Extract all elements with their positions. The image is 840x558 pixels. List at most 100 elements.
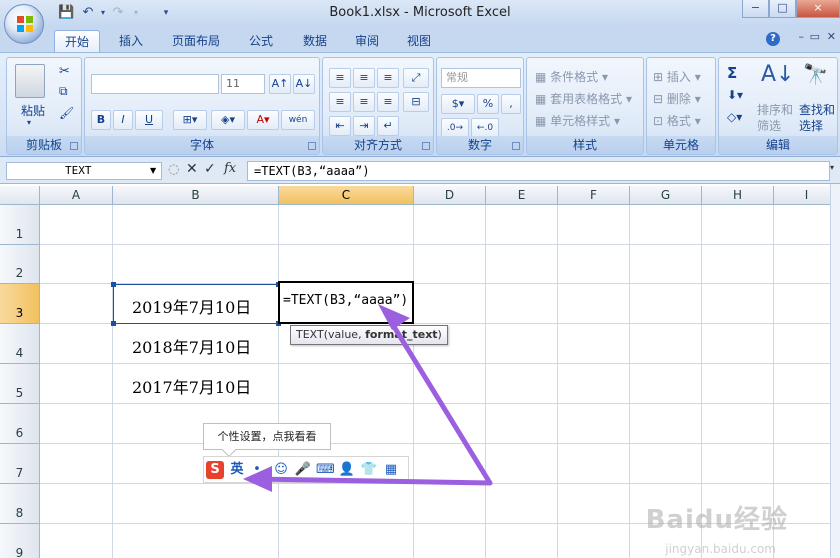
paste-icon[interactable] xyxy=(15,64,45,98)
cell-b3[interactable]: 2019年7月10日 xyxy=(132,294,251,318)
paste-label[interactable]: 粘贴 xyxy=(21,102,45,119)
sort-filter-label[interactable]: 排序和 筛选 xyxy=(757,102,793,134)
table-format-button[interactable]: ▦ 套用表格格式 ▾ xyxy=(535,90,632,107)
column-header-e[interactable]: E xyxy=(486,186,558,205)
copy-icon[interactable]: ⧉ xyxy=(59,84,68,99)
merge-center-icon[interactable]: ⊟ xyxy=(403,92,429,112)
phonetic-button[interactable]: wén xyxy=(281,110,315,130)
row-header-8[interactable]: 8 xyxy=(0,484,40,524)
bold-button[interactable]: B xyxy=(91,110,111,130)
cell-c3-editor[interactable]: =TEXT(B3,“aaaa”) xyxy=(278,281,414,324)
number-launcher-icon[interactable] xyxy=(512,142,520,150)
name-box-dropdown-icon[interactable]: ▼ xyxy=(150,166,156,175)
cell-c3-formula[interactable]: =TEXT(B3,“aaaa”) xyxy=(283,293,408,308)
expand-formula-bar-icon[interactable]: ▾ xyxy=(830,163,840,179)
keyboard-icon[interactable]: ⌨ xyxy=(316,461,335,479)
sort-filter-icon[interactable]: A↓ xyxy=(761,62,794,87)
cut-icon[interactable]: ✂ xyxy=(59,64,70,79)
punctuation-icon[interactable]: •, xyxy=(250,461,268,479)
shrink-font-button[interactable]: A↓ xyxy=(293,74,315,94)
row-header-2[interactable]: 2 xyxy=(0,245,40,284)
toolbox-icon[interactable]: ▦ xyxy=(382,461,400,479)
tab-insert[interactable]: 插入 xyxy=(108,30,154,52)
tab-home[interactable]: 开始 xyxy=(54,30,100,52)
skin-icon[interactable]: 👕 xyxy=(360,461,378,479)
select-all-corner[interactable] xyxy=(0,186,40,205)
row-header-6[interactable]: 6 xyxy=(0,404,40,444)
find-select-label[interactable]: 查找和 选择 xyxy=(799,102,835,134)
ime-lang-toggle[interactable]: 英 xyxy=(228,461,246,479)
fill-color-button[interactable]: ◈▾ xyxy=(211,110,245,130)
cell-b4[interactable]: 2018年7月10日 xyxy=(132,334,251,358)
formula-bar-handle-icon[interactable]: ◌ xyxy=(168,162,179,177)
close-button[interactable]: × xyxy=(796,0,840,18)
cancel-icon[interactable]: ✕ xyxy=(186,161,198,177)
find-select-icon[interactable]: 🔭 xyxy=(803,62,828,86)
voice-icon[interactable]: 🎤 xyxy=(294,461,312,479)
tab-view[interactable]: 视图 xyxy=(396,30,442,52)
grow-font-button[interactable]: A↑ xyxy=(269,74,291,94)
percent-button[interactable]: % xyxy=(477,94,499,114)
row-header-4[interactable]: 4 xyxy=(0,324,40,364)
increase-indent-icon[interactable]: ⇥ xyxy=(353,116,375,136)
fill-icon[interactable]: ⬇▾ xyxy=(727,88,743,102)
tab-data[interactable]: 数据 xyxy=(292,30,338,52)
tab-review[interactable]: 审阅 xyxy=(344,30,390,52)
wrap-text-icon[interactable]: ↵ xyxy=(377,116,399,136)
emoji-icon[interactable]: ☺ xyxy=(272,461,290,479)
ime-tip-bubble[interactable]: 个性设置，点我看看 xyxy=(203,423,331,450)
selection-handle[interactable] xyxy=(111,282,116,287)
clipboard-launcher-icon[interactable] xyxy=(70,142,78,150)
decrease-indent-icon[interactable]: ⇤ xyxy=(329,116,351,136)
align-middle-icon[interactable]: ≡ xyxy=(353,68,375,88)
formula-input[interactable]: =TEXT(B3,“aaaa”) xyxy=(247,161,830,181)
font-name-field[interactable] xyxy=(91,74,219,94)
align-center-icon[interactable]: ≡ xyxy=(353,92,375,112)
decrease-decimal-button[interactable]: ←.0 xyxy=(471,118,499,138)
insert-function-icon[interactable]: fx xyxy=(224,161,236,176)
office-button[interactable] xyxy=(4,4,44,44)
row-header-3[interactable]: 3 xyxy=(0,284,40,324)
conditional-format-button[interactable]: ▦ 条件格式 ▾ xyxy=(535,68,608,85)
row-header-7[interactable]: 7 xyxy=(0,444,40,484)
number-format-select[interactable]: 常规 xyxy=(441,68,521,88)
row-header-9[interactable]: 9 xyxy=(0,524,40,558)
font-size-field[interactable]: 11 xyxy=(221,74,265,94)
paste-dropdown-icon[interactable]: ▾ xyxy=(27,118,31,127)
enter-icon[interactable]: ✓ xyxy=(204,161,216,177)
user-icon[interactable]: 👤 xyxy=(338,461,356,479)
selection-handle[interactable] xyxy=(111,321,116,326)
column-header-g[interactable]: G xyxy=(630,186,702,205)
row-header-1[interactable]: 1 xyxy=(0,205,40,245)
maximize-button[interactable]: □ xyxy=(769,0,796,18)
ribbon-close-icon[interactable]: ✕ xyxy=(827,30,836,43)
borders-button[interactable]: ⊞▾ xyxy=(173,110,207,130)
row-header-5[interactable]: 5 xyxy=(0,364,40,404)
cell-b5[interactable]: 2017年7月10日 xyxy=(132,374,251,398)
column-header-f[interactable]: F xyxy=(558,186,630,205)
ribbon-restore-icon[interactable]: ▭ xyxy=(810,30,820,43)
format-painter-icon[interactable]: 🖌 xyxy=(59,106,74,120)
tooltip-current-arg[interactable]: format_text xyxy=(365,328,437,341)
column-header-a[interactable]: A xyxy=(40,186,113,205)
tab-page-layout[interactable]: 页面布局 xyxy=(164,30,228,52)
font-color-button[interactable]: A▾ xyxy=(247,110,279,130)
column-header-h[interactable]: H xyxy=(702,186,774,205)
underline-button[interactable]: U xyxy=(135,110,163,130)
name-box[interactable]: TEXT xyxy=(6,162,162,180)
delete-cells-button[interactable]: ⊟ 删除 ▾ xyxy=(653,90,701,107)
font-launcher-icon[interactable] xyxy=(308,142,316,150)
italic-button[interactable]: I xyxy=(113,110,133,130)
currency-button[interactable]: $▾ xyxy=(441,94,475,114)
increase-decimal-button[interactable]: .0→ xyxy=(441,118,469,138)
align-left-icon[interactable]: ≡ xyxy=(329,92,351,112)
cell-styles-button[interactable]: ▦ 单元格样式 ▾ xyxy=(535,112,620,129)
autosum-icon[interactable]: Σ xyxy=(727,64,737,82)
format-cells-button[interactable]: ⊡ 格式 ▾ xyxy=(653,112,701,129)
column-header-d[interactable]: D xyxy=(414,186,486,205)
help-icon[interactable]: ? xyxy=(766,32,780,46)
comma-button[interactable]: , xyxy=(501,94,521,114)
clear-icon[interactable]: ◇▾ xyxy=(727,110,742,124)
sogou-logo-icon[interactable]: S xyxy=(206,460,224,479)
alignment-launcher-icon[interactable] xyxy=(422,142,430,150)
